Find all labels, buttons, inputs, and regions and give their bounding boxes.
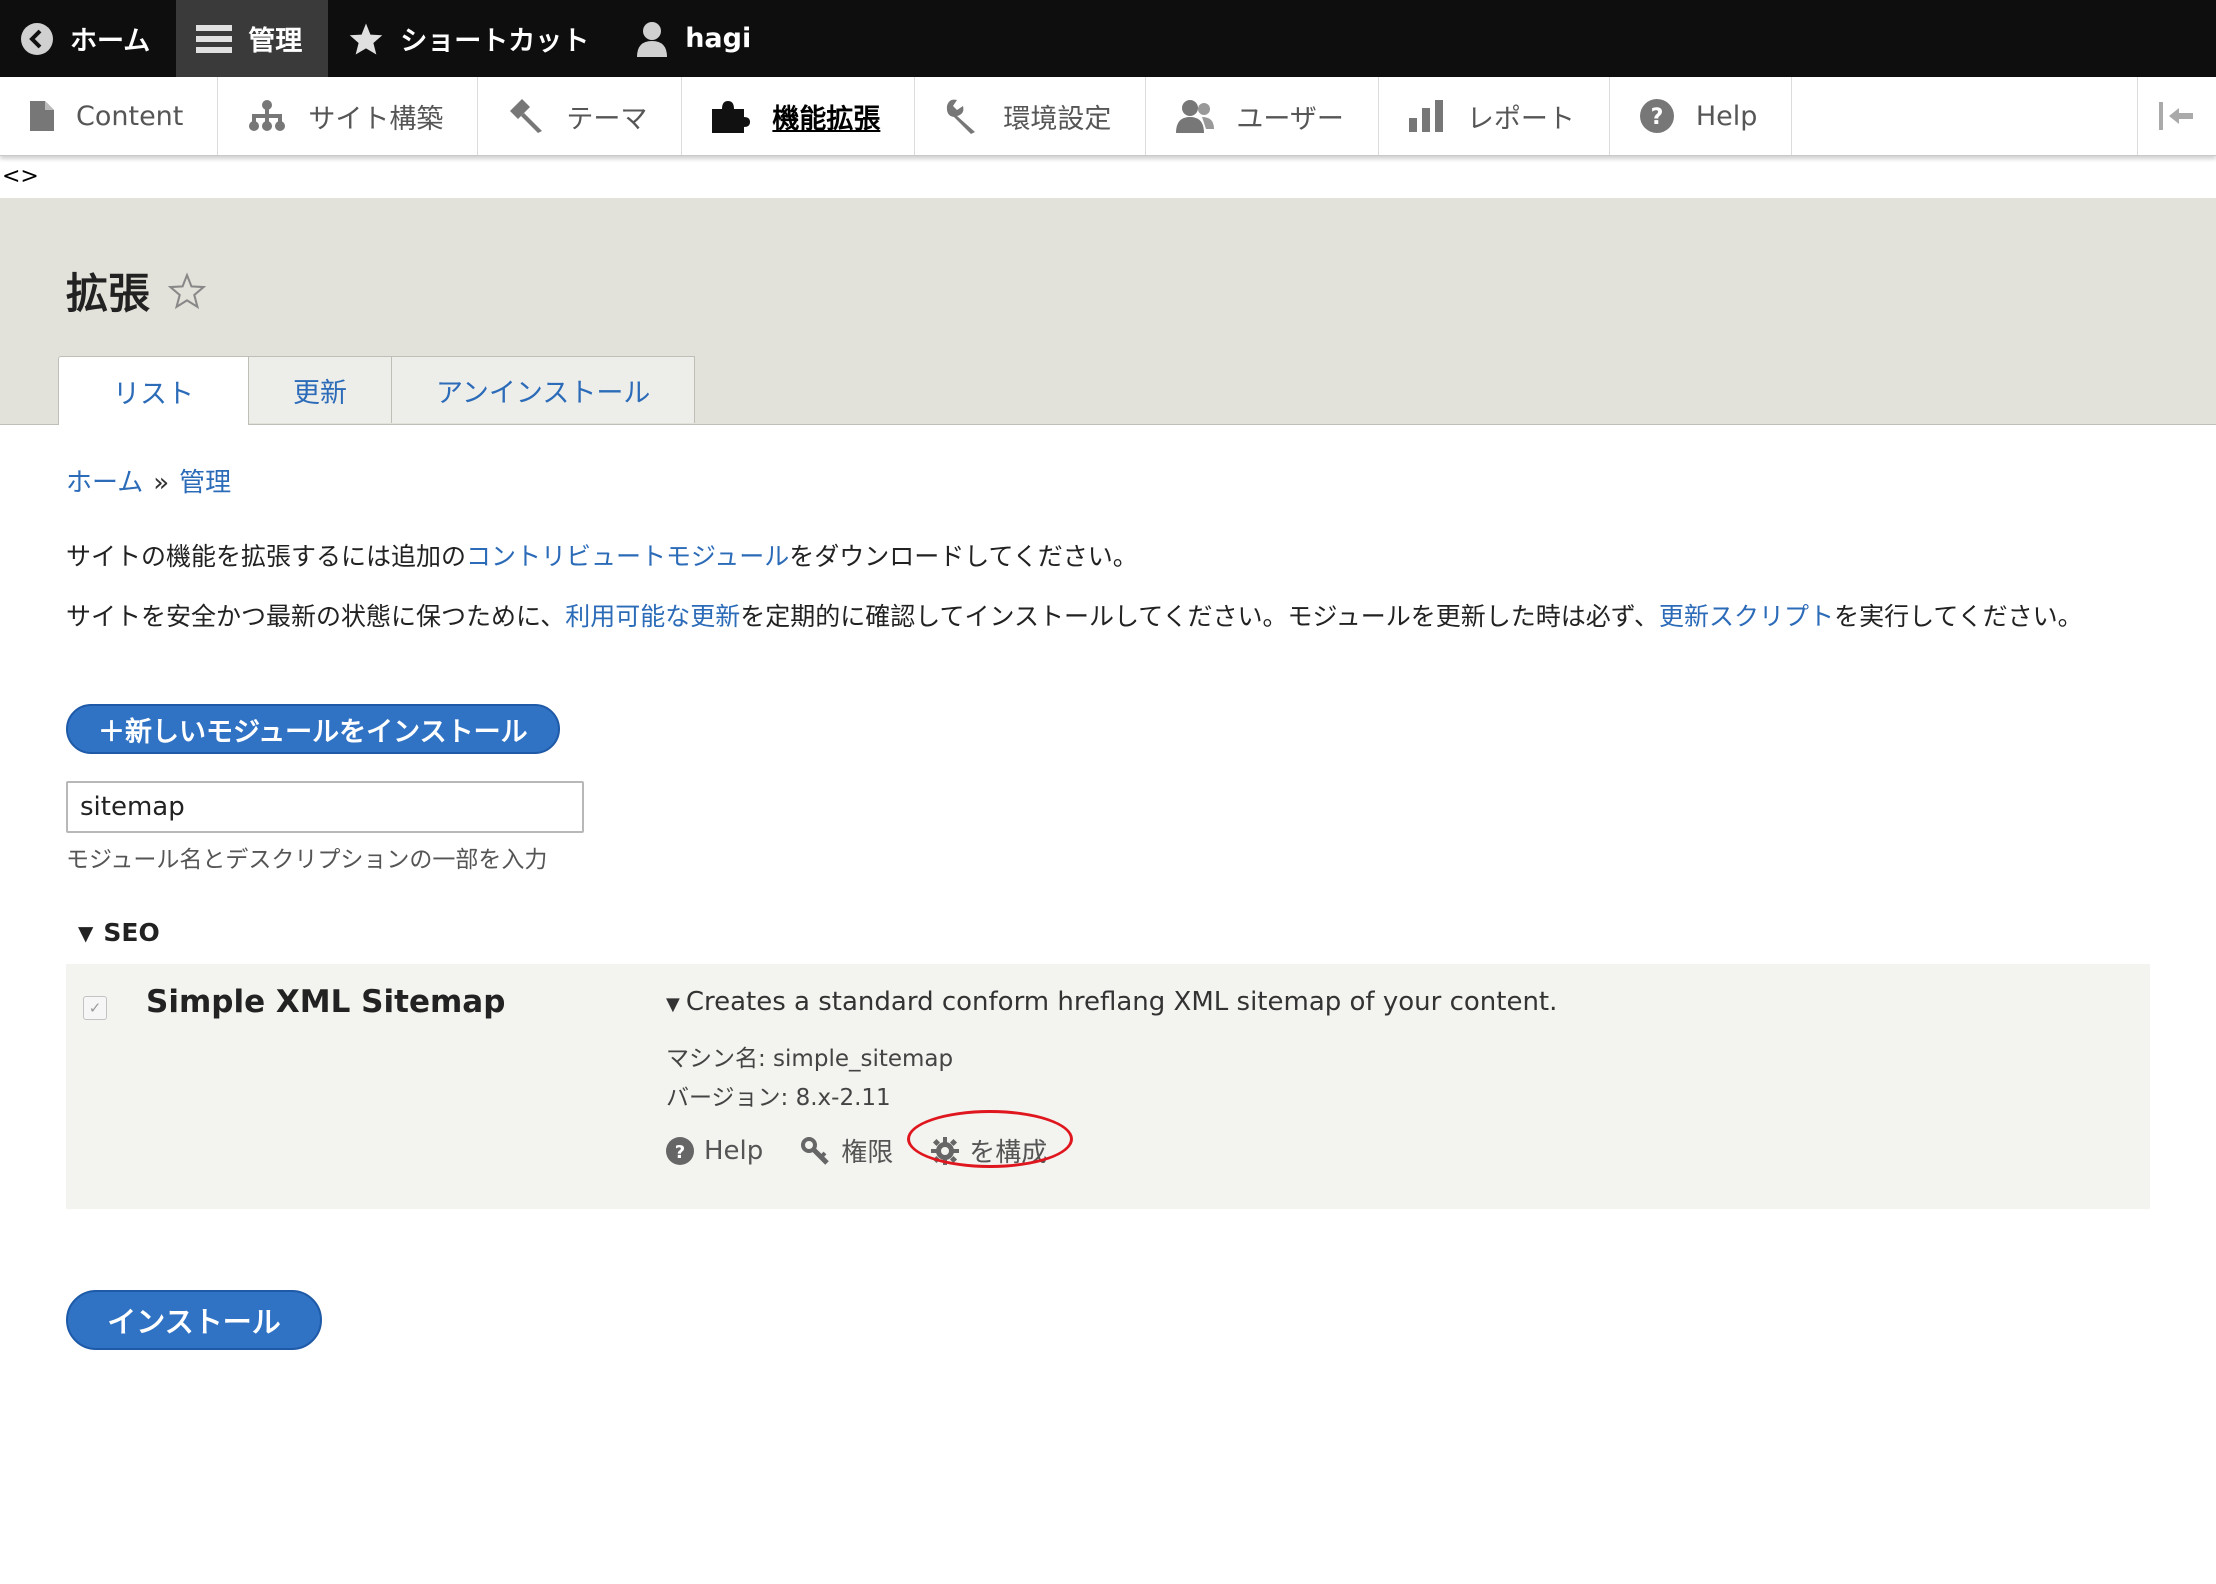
- star-icon: [349, 22, 383, 55]
- tray-item-help[interactable]: ? Help: [1610, 77, 1793, 155]
- tab-list[interactable]: リスト: [58, 356, 249, 425]
- collapse-icon: [2159, 102, 2193, 130]
- intro-text: サイトの機能を拡張するには追加の: [66, 542, 467, 571]
- tray-orientation-toggle[interactable]: [2137, 77, 2216, 155]
- package-group-toggle[interactable]: ▼ SEO: [78, 918, 160, 947]
- toolbar-home-label: ホーム: [70, 26, 151, 57]
- triangle-down-icon: ▼: [666, 994, 680, 1015]
- puzzle-icon: [712, 101, 751, 133]
- toolbar-user-label: hagi: [685, 23, 752, 54]
- update-script-link[interactable]: 更新スクリプト: [1659, 602, 1834, 631]
- bar-chart-icon: [1408, 100, 1443, 132]
- intro-text: をダウンロードしてください。: [789, 542, 1138, 571]
- intro-text: を定期的に確認してインストールしてください。モジュールを更新した時は必ず、: [740, 602, 1660, 631]
- triangle-down-icon: ▼: [78, 920, 94, 945]
- tray-item-extend[interactable]: 機能拡張: [682, 77, 916, 155]
- intro-paragraph-2: サイトを安全かつ最新の状態に保つために、利用可能な更新を定期的に確認してインスト…: [66, 597, 2146, 637]
- breadcrumb-separator: »: [153, 468, 170, 498]
- tab-uninstall[interactable]: アンインストール: [392, 356, 696, 423]
- toolbar-shortcuts-label: ショートカット: [400, 26, 590, 57]
- module-row: ✓ Simple XML Sitemap ▼ Creates a standard…: [66, 964, 2150, 1209]
- tray-item-label: Help: [1695, 100, 1758, 132]
- module-help-link[interactable]: ? Help: [666, 1136, 763, 1166]
- intro-text: サイトを安全かつ最新の状態に保つために、: [66, 602, 566, 631]
- tray-item-label: 機能拡張: [772, 103, 881, 135]
- module-filter-input[interactable]: [66, 781, 584, 833]
- module-help-label: Help: [704, 1135, 764, 1166]
- module-configure-link[interactable]: を構成: [931, 1132, 1047, 1169]
- tray-item-label: Content: [76, 100, 184, 132]
- breadcrumb: ホーム » 管理: [66, 462, 231, 499]
- toolbar-shortcuts-tab[interactable]: ショートカット: [328, 0, 615, 77]
- tray-item-appearance[interactable]: テーマ: [478, 77, 683, 155]
- gear-icon: [931, 1136, 960, 1165]
- page-title: 拡張: [66, 260, 207, 321]
- file-icon: [30, 101, 54, 131]
- module-links: ? Help 権限 を構成: [666, 1110, 1085, 1169]
- module-description: Creates a standard conform hreflang XML …: [685, 987, 1558, 1017]
- tray-item-reports[interactable]: レポート: [1379, 77, 1610, 155]
- module-enable-checkbox[interactable]: ✓: [83, 996, 107, 1020]
- svg-text:?: ?: [1650, 105, 1663, 130]
- module-permissions-label: 権限: [841, 1138, 894, 1168]
- toolbar-manage-tab[interactable]: 管理: [176, 0, 329, 77]
- module-description-toggle[interactable]: ▼ Creates a standard conform hreflang XML…: [666, 987, 1557, 1017]
- tab-update[interactable]: 更新: [249, 356, 392, 423]
- tray-item-structure[interactable]: サイト構築: [218, 77, 479, 155]
- tray-item-label: ユーザー: [1236, 103, 1344, 135]
- primary-tabs: リスト 更新 アンインストール: [58, 356, 696, 425]
- toolbar-user-tab[interactable]: hagi: [615, 0, 777, 77]
- contributed-modules-link[interactable]: コントリビュートモジュール: [466, 542, 789, 571]
- install-new-module-button[interactable]: ＋新しいモジュールをインストール: [66, 704, 560, 754]
- intro-text: を実行してください。: [1834, 602, 2083, 631]
- paintbrush-icon: [510, 99, 543, 133]
- svg-text:?: ?: [675, 1142, 685, 1163]
- module-machine-name: マシン名: simple_sitemap: [666, 1046, 954, 1072]
- tray-item-people[interactable]: ユーザー: [1146, 77, 1379, 155]
- bracket-text: <>: [2, 164, 39, 189]
- sitemap-icon: [249, 100, 286, 131]
- help-icon: ?: [666, 1136, 694, 1165]
- admin-toolbar: ホーム 管理 ショートカット hagi: [0, 0, 2216, 77]
- page-title-text: 拡張: [66, 269, 151, 318]
- module-name: Simple XML Sitemap: [146, 984, 506, 1020]
- available-updates-link[interactable]: 利用可能な更新: [565, 602, 740, 631]
- tray-item-label: サイト構築: [308, 103, 444, 135]
- key-icon: [801, 1136, 830, 1165]
- help-icon: ?: [1639, 99, 1674, 133]
- module-configure-label: を構成: [969, 1138, 1048, 1168]
- shortcut-star-icon[interactable]: [168, 271, 207, 310]
- tray-item-config[interactable]: 環境設定: [915, 77, 1147, 155]
- page-header: 拡張 リスト 更新 アンインストール: [0, 198, 2216, 425]
- package-group-name: SEO: [103, 918, 160, 947]
- breadcrumb-home-link[interactable]: ホーム: [66, 468, 143, 498]
- module-version: バージョン: 8.x-2.11: [666, 1085, 891, 1111]
- intro-paragraph-1: サイトの機能を拡張するには追加のコントリビュートモジュールをダウンロードしてくだ…: [66, 537, 2146, 577]
- tray-item-label: レポート: [1466, 103, 1575, 135]
- hamburger-icon: [196, 24, 233, 53]
- back-arrow-icon: [21, 22, 53, 55]
- tray-item-label: 環境設定: [1003, 103, 1112, 135]
- breadcrumb-manage-link[interactable]: 管理: [179, 468, 231, 498]
- module-configure-wrap: を構成: [907, 1110, 1085, 1169]
- admin-tray: Content サイト構築 テーマ 機能拡張 環境設定 ユーザー レポート ? …: [0, 77, 2216, 156]
- module-permissions-link[interactable]: 権限: [801, 1132, 893, 1169]
- user-icon: [637, 21, 668, 57]
- tray-item-label: テーマ: [566, 103, 648, 135]
- module-filter-description: モジュール名とデスクリプションの一部を入力: [66, 847, 548, 873]
- wrench-icon: [947, 99, 976, 134]
- toolbar-home-link[interactable]: ホーム: [0, 0, 176, 77]
- people-icon: [1176, 100, 1215, 133]
- toolbar-manage-label: 管理: [248, 26, 303, 57]
- install-button[interactable]: インストール: [66, 1290, 322, 1350]
- tray-item-content[interactable]: Content: [0, 77, 219, 155]
